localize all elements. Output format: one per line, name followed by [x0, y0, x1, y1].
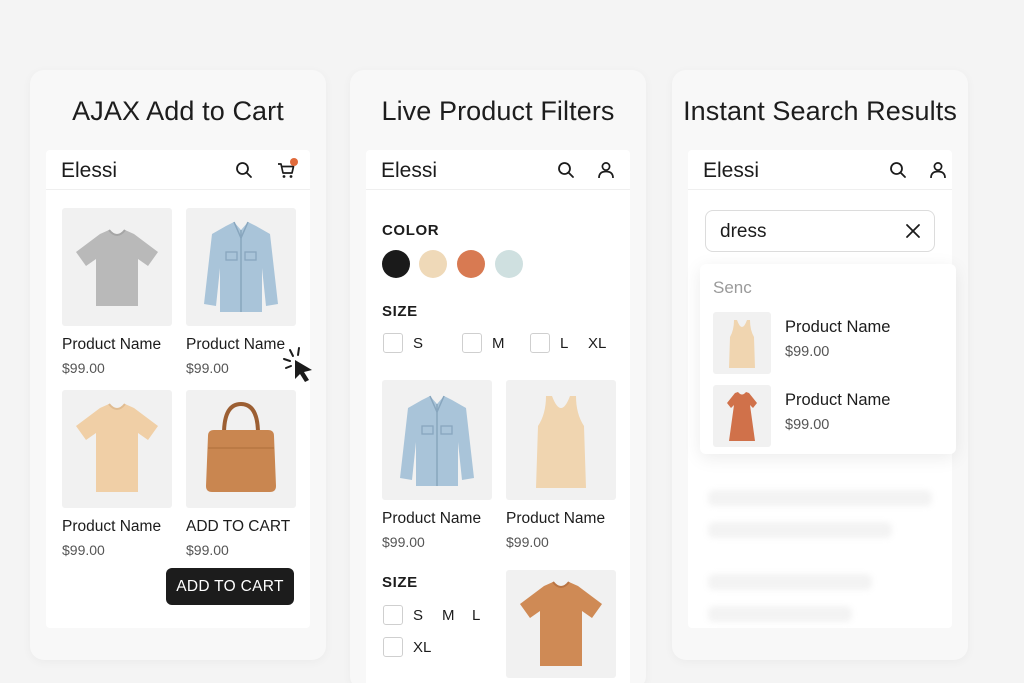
product-card[interactable]: Product Name $99.00	[62, 390, 172, 558]
placeholder-line	[708, 606, 852, 622]
placeholder-line	[708, 574, 872, 590]
size-option-label: S	[413, 607, 424, 624]
product-image[interactable]	[506, 380, 616, 500]
close-icon[interactable]	[904, 222, 922, 240]
product-name[interactable]: Product Name	[62, 518, 172, 536]
dropdown-heading: Senc	[713, 278, 752, 297]
cart-button[interactable]	[276, 158, 298, 180]
search-result-item[interactable]: Product Name $99.00	[713, 385, 943, 447]
search-result-item[interactable]: Product Name $99.00	[713, 312, 943, 374]
phone-screen: Elessi COLOR SIZE S M L XL Product Name …	[366, 150, 630, 683]
size-option-label: L	[560, 335, 569, 352]
brand-logo[interactable]: Elessi	[381, 159, 437, 183]
size-option-label: M	[492, 335, 505, 352]
product-name[interactable]: Product Name	[62, 336, 172, 354]
cursor-icon	[283, 347, 312, 382]
size-checkbox-m[interactable]	[462, 333, 482, 353]
search-results-dropdown: Senc Product Name $99.00 Product Name $9…	[700, 264, 956, 454]
user-icon[interactable]	[928, 160, 948, 180]
instant-search-panel: Instant Search Results Elessi dress Senc	[672, 70, 968, 660]
size-option-label[interactable]: XL	[588, 335, 606, 352]
product-image[interactable]	[62, 208, 172, 326]
product-card[interactable]: ADD TO CART $99.00	[186, 390, 296, 558]
product-image[interactable]	[382, 380, 492, 500]
size-filter-label: SIZE	[382, 303, 418, 320]
store-header: Elessi	[366, 150, 630, 190]
search-icon[interactable]	[888, 160, 908, 180]
product-card[interactable]: Product Name $99.00	[186, 208, 296, 376]
tshirt-image	[76, 229, 158, 306]
size-checkbox-l[interactable]	[530, 333, 550, 353]
denim-jacket-image	[204, 221, 278, 312]
result-product-name[interactable]: Product Name	[785, 391, 890, 410]
result-thumbnail[interactable]	[713, 385, 771, 447]
product-name[interactable]: ADD TO CART	[186, 518, 296, 536]
product-price: $99.00	[62, 360, 105, 376]
denim-jacket-image	[400, 395, 474, 486]
add-to-cart-button[interactable]: ADD TO CART	[166, 568, 294, 605]
search-icon[interactable]	[556, 160, 576, 180]
product-card[interactable]	[506, 570, 616, 678]
product-price: $99.00	[186, 360, 229, 376]
product-price: $99.00	[382, 534, 425, 550]
product-name[interactable]: Product Name	[506, 510, 616, 528]
search-icon[interactable]	[234, 160, 254, 180]
size-filter-label: SIZE	[382, 574, 418, 591]
handbag-image	[206, 401, 276, 492]
size-checkbox-s[interactable]	[383, 605, 403, 625]
color-swatch-rust[interactable]	[457, 250, 485, 278]
phone-screen: Elessi Product Name $99.00 Product Name …	[46, 150, 312, 628]
panel-title: AJAX Add to Cart	[72, 96, 284, 126]
product-card[interactable]: Product Name $99.00	[62, 208, 172, 376]
color-swatch-black[interactable]	[382, 250, 410, 278]
phone-screen: Elessi dress Senc Product Name $99.00 Pr…	[688, 150, 956, 628]
product-name[interactable]: Product Name	[186, 336, 296, 354]
result-product-name[interactable]: Product Name	[785, 318, 890, 337]
color-filter-label: COLOR	[382, 222, 440, 239]
result-product-price: $99.00	[785, 344, 830, 360]
size-checkbox-xl[interactable]	[383, 637, 403, 657]
panel-title: Instant Search Results	[683, 96, 957, 126]
brand-logo[interactable]: Elessi	[61, 159, 117, 183]
size-option-label: XL	[413, 639, 432, 656]
product-price: $99.00	[62, 542, 105, 558]
ajax-add-to-cart-panel: AJAX Add to Cart Elessi Product Name $99…	[30, 70, 326, 660]
size-checkbox-s[interactable]	[383, 333, 403, 353]
color-swatch-beige[interactable]	[419, 250, 447, 278]
cart-count-badge	[290, 158, 298, 166]
tshirt-image	[76, 403, 158, 492]
product-image[interactable]	[506, 570, 616, 678]
color-swatch-mint[interactable]	[495, 250, 523, 278]
search-input[interactable]: dress	[705, 210, 935, 252]
dress-image	[727, 392, 757, 441]
tshirt-image	[520, 581, 602, 666]
user-icon[interactable]	[596, 160, 616, 180]
product-image[interactable]	[62, 390, 172, 508]
product-price: $99.00	[186, 542, 229, 558]
store-header: Elessi	[46, 150, 310, 190]
product-image[interactable]	[186, 390, 296, 508]
placeholder-line	[708, 490, 932, 506]
size-option-label[interactable]: M	[442, 607, 455, 624]
search-query-text[interactable]: dress	[720, 221, 766, 243]
product-price: $99.00	[506, 534, 549, 550]
tank-top-image	[729, 320, 755, 368]
result-product-price: $99.00	[785, 417, 830, 433]
product-name[interactable]: Product Name	[382, 510, 492, 528]
size-option-label[interactable]: L	[472, 607, 480, 624]
store-header: Elessi	[688, 150, 952, 190]
product-card[interactable]: Product Name $99.00	[382, 380, 492, 550]
brand-logo[interactable]: Elessi	[703, 159, 759, 183]
tank-top-image	[536, 396, 586, 488]
panel-title: Live Product Filters	[381, 96, 615, 126]
placeholder-line	[708, 522, 892, 538]
product-card[interactable]: Product Name $99.00	[506, 380, 616, 550]
product-image[interactable]	[186, 208, 296, 326]
size-option-label: S	[413, 335, 424, 352]
live-filters-panel: Live Product Filters Elessi COLOR SIZE S…	[350, 70, 646, 683]
result-thumbnail[interactable]	[713, 312, 771, 374]
